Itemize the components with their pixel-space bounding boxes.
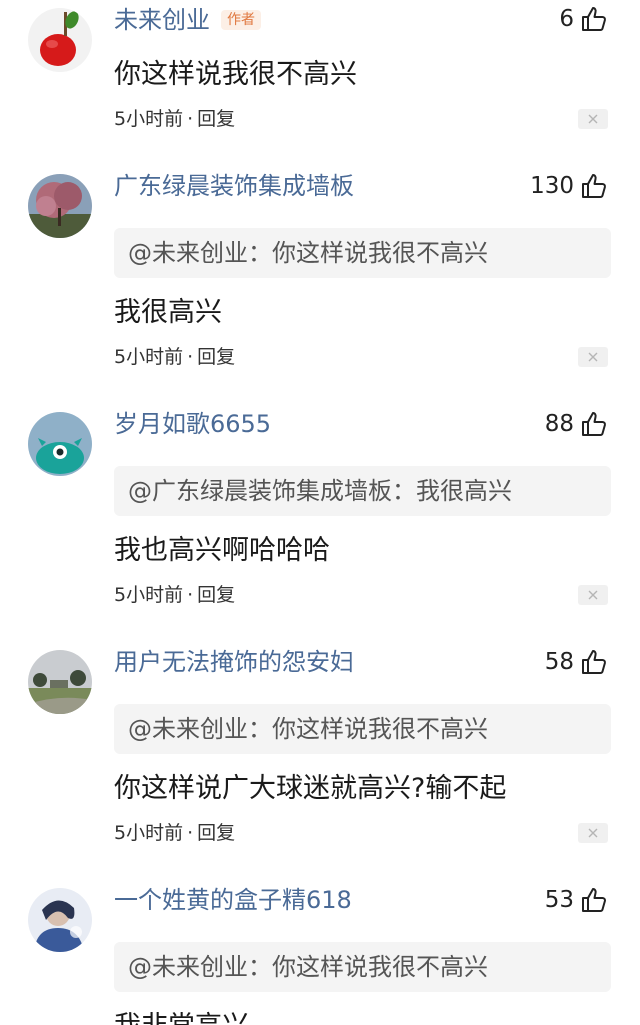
username[interactable]: 用户无法掩饰的怨安妇 xyxy=(114,646,354,678)
username[interactable]: 一个姓黄的盒子精618 xyxy=(114,884,352,916)
avatar[interactable] xyxy=(28,174,92,238)
separator-dot: · xyxy=(187,108,194,130)
like-count: 53 xyxy=(544,887,574,913)
like-button[interactable]: 58 xyxy=(545,646,608,678)
dismiss-button[interactable] xyxy=(578,347,608,367)
comment-text: 你这样说我很不高兴 xyxy=(114,59,357,90)
username[interactable]: 岁月如歌6655 xyxy=(114,408,271,440)
like-count: 6 xyxy=(559,6,574,32)
tree-avatar-icon xyxy=(28,174,92,238)
avatar[interactable] xyxy=(28,888,92,952)
comment-item: 未来创业 作者 6 你这样说我很不高兴 5小时前 · 回复 xyxy=(0,0,640,150)
portrait-avatar-icon xyxy=(28,888,92,952)
dismiss-button[interactable] xyxy=(578,109,608,129)
avatar[interactable] xyxy=(28,650,92,714)
separator-dot: · xyxy=(187,822,194,844)
thumbs-up-icon[interactable] xyxy=(580,172,608,200)
comment-text: 你这样说广大球迷就高兴?输不起 xyxy=(114,773,507,804)
thumbs-up-icon[interactable] xyxy=(580,648,608,676)
username[interactable]: 未来创业 xyxy=(114,4,210,36)
reply-link[interactable]: 回复 xyxy=(197,822,235,844)
quoted-reply[interactable]: @未来创业：你这样说我很不高兴 xyxy=(114,942,611,992)
comment-text: 我也高兴啊哈哈哈 xyxy=(114,535,330,566)
timestamp: 5小时前 xyxy=(114,822,184,844)
thumbs-up-icon[interactable] xyxy=(580,5,608,33)
comment-item: 岁月如歌6655 88 @广东绿晨装饰集成墙板：我很高兴 我也高兴啊哈哈哈 5小… xyxy=(0,388,640,626)
avatar[interactable] xyxy=(28,8,92,72)
timestamp: 5小时前 xyxy=(114,108,184,130)
teal-monster-avatar-icon xyxy=(28,412,92,476)
thumbs-up-icon[interactable] xyxy=(580,410,608,438)
comment-meta: 5小时前 · 回复 xyxy=(114,106,235,132)
comment-item: 一个姓黄的盒子精618 53 @未来创业：你这样说我很不高兴 我非常高兴 xyxy=(0,864,640,1025)
like-button[interactable]: 130 xyxy=(530,170,608,202)
author-badge: 作者 xyxy=(221,10,261,30)
like-count: 58 xyxy=(544,649,574,675)
apple-avatar-icon xyxy=(28,8,92,72)
comment-item: 广东绿晨装饰集成墙板 130 @未来创业：你这样说我很不高兴 我很高兴 5小时前… xyxy=(0,150,640,388)
reply-link[interactable]: 回复 xyxy=(197,108,235,130)
separator-dot: · xyxy=(187,346,194,368)
like-button[interactable]: 6 xyxy=(559,3,608,35)
avatar[interactable] xyxy=(28,412,92,476)
comment-meta: 5小时前 · 回复 xyxy=(114,820,235,846)
thumbs-up-icon[interactable] xyxy=(580,886,608,914)
close-icon xyxy=(588,828,598,838)
like-button[interactable]: 88 xyxy=(545,408,608,440)
comment-text: 我很高兴 xyxy=(114,297,222,328)
park-avatar-icon xyxy=(28,650,92,714)
close-icon xyxy=(588,352,598,362)
reply-link[interactable]: 回复 xyxy=(197,584,235,606)
comment-meta: 5小时前 · 回复 xyxy=(114,582,235,608)
close-icon xyxy=(588,114,598,124)
comment-meta: 5小时前 · 回复 xyxy=(114,344,235,370)
like-button[interactable]: 53 xyxy=(545,884,608,916)
timestamp: 5小时前 xyxy=(114,346,184,368)
comment-item: 用户无法掩饰的怨安妇 58 @未来创业：你这样说我很不高兴 你这样说广大球迷就高… xyxy=(0,626,640,864)
reply-link[interactable]: 回复 xyxy=(197,346,235,368)
separator-dot: · xyxy=(187,584,194,606)
quoted-reply[interactable]: @广东绿晨装饰集成墙板：我很高兴 xyxy=(114,466,611,516)
timestamp: 5小时前 xyxy=(114,584,184,606)
like-count: 130 xyxy=(530,173,574,199)
like-count: 88 xyxy=(544,411,574,437)
quoted-reply[interactable]: @未来创业：你这样说我很不高兴 xyxy=(114,704,611,754)
dismiss-button[interactable] xyxy=(578,823,608,843)
dismiss-button[interactable] xyxy=(578,585,608,605)
close-icon xyxy=(588,590,598,600)
username[interactable]: 广东绿晨装饰集成墙板 xyxy=(114,170,354,202)
quoted-reply[interactable]: @未来创业：你这样说我很不高兴 xyxy=(114,228,611,278)
comment-text: 我非常高兴 xyxy=(114,1008,249,1025)
